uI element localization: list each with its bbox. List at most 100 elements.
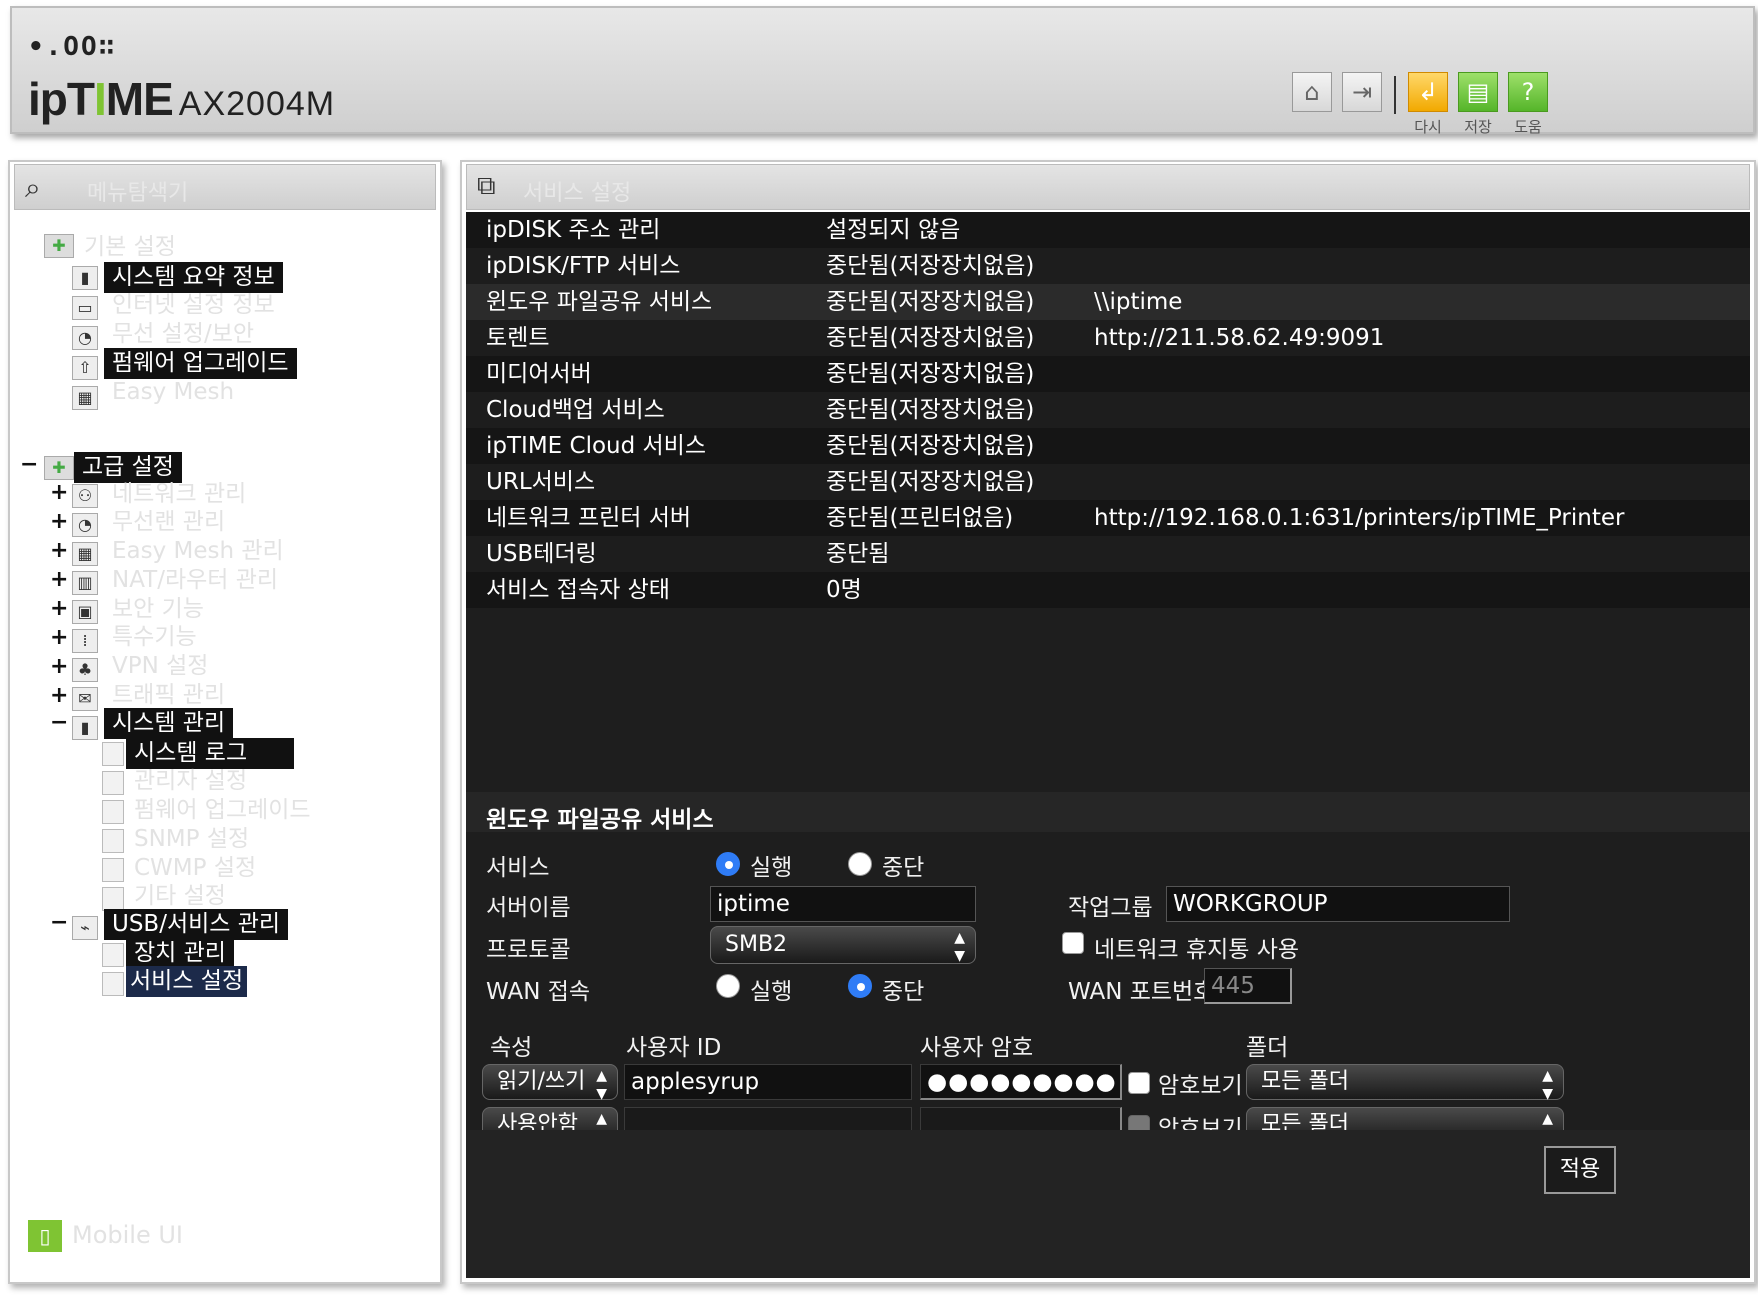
menu-vpn[interactable]: VPN 설정	[112, 651, 208, 682]
menu-system-log[interactable]: 시스템 로그	[126, 738, 294, 769]
save-button[interactable]: ▤	[1458, 72, 1498, 112]
expand-icon[interactable]: +	[50, 625, 68, 650]
home-icon: ⌂	[1304, 78, 1320, 106]
menu-nat-router[interactable]: NAT/라우터 관리	[112, 565, 278, 596]
menu-network-management[interactable]: 네트워크 관리	[112, 479, 246, 510]
chart-icon: ▮	[72, 716, 98, 740]
service-label: 서비스	[486, 855, 550, 881]
page-icon	[102, 742, 124, 766]
expand-icon[interactable]: +	[50, 480, 68, 505]
menu-firmware-upgrade-sub[interactable]: 펌웨어 업그레이드	[134, 795, 311, 826]
menu-system-management[interactable]: 시스템 관리	[104, 708, 234, 739]
chart-icon: ▮	[72, 266, 98, 290]
menu-traffic[interactable]: 트래픽 관리	[112, 680, 225, 711]
brand-t: T	[66, 73, 95, 125]
protocol-select[interactable]: SMB2 ▲ ▼	[710, 926, 976, 964]
help-label: 도움	[1514, 118, 1542, 136]
recycle-bin-checkbox[interactable]	[1062, 932, 1084, 954]
wan-port-input[interactable]: 445	[1204, 968, 1292, 1004]
logo-dots: •.OO∷	[28, 32, 117, 62]
header-attr: 속성	[490, 1035, 533, 1061]
menu-special[interactable]: 특수기능	[112, 622, 197, 653]
status-state: 중단됨(저장장치없음)	[826, 289, 1035, 315]
menu-cwmp[interactable]: CWMP 설정	[134, 853, 256, 884]
page-icon	[102, 771, 124, 795]
menu-wireless-settings[interactable]: 무선 설정/보안	[112, 319, 254, 350]
status-row: 미디어서버 중단됨(저장장치없음)	[466, 356, 1750, 392]
retry-button[interactable]: ↲	[1408, 72, 1448, 112]
server-name-label: 서버이름	[486, 895, 571, 921]
home-button[interactable]: ⌂	[1292, 72, 1332, 112]
menu-basic-settings[interactable]: 기본 설정	[84, 232, 176, 263]
brand-rest: ME	[105, 73, 174, 125]
help-button[interactable]: ?	[1508, 72, 1548, 112]
select-arrows-icon: ▲▼	[1542, 1068, 1553, 1102]
status-extra: \\iptime	[1094, 289, 1183, 315]
menu-admin-settings[interactable]: 관리자 설정	[134, 766, 247, 797]
wan-run-label: 실행	[750, 979, 793, 1005]
service-run-radio[interactable]	[716, 852, 740, 876]
status-row: 토렌트 중단됨(저장장치없음) http://211.58.62.49:9091	[466, 320, 1750, 356]
password-input[interactable]: ●●●●●●●●●	[920, 1064, 1122, 1100]
service-run-label: 실행	[750, 855, 793, 881]
status-row: Cloud백업 서비스 중단됨(저장장치없음)	[466, 392, 1750, 428]
menu-internet-settings[interactable]: 인터넷 설정 정보	[112, 290, 275, 321]
search-icon: ⌕	[25, 171, 41, 204]
brand-logo: ipTIME AX2004M	[28, 72, 335, 126]
menu-device-management[interactable]: 장치 관리	[126, 938, 234, 969]
select-arrows-icon: ▲▼	[596, 1068, 607, 1102]
status-state: 중단됨(저장장치없음)	[826, 433, 1035, 459]
expand-icon[interactable]: +	[50, 567, 68, 592]
expand-icon[interactable]: +	[50, 596, 68, 621]
attr-select[interactable]: 읽기/쓰기 ▲ ▼	[482, 1064, 618, 1102]
show-password-checkbox[interactable]	[1128, 1072, 1150, 1094]
status-state: 중단됨(프린터없음)	[826, 505, 1014, 531]
save-icon: ▤	[1466, 78, 1490, 106]
user-id-input[interactable]: applesyrup	[624, 1064, 912, 1100]
expand-icon[interactable]: +	[50, 683, 68, 708]
menu-usb-service[interactable]: USB/서비스 관리	[104, 909, 289, 940]
menu-firmware-upgrade[interactable]: 펌웨어 업그레이드	[104, 348, 297, 379]
menu-snmp[interactable]: SNMP 설정	[134, 824, 249, 855]
menu-wireless-management[interactable]: 무선랜 관리	[112, 507, 225, 538]
panel-content: ipDISK 주소 관리 설정되지 않음 ipDISK/FTP 서비스 중단됨(저장장…	[466, 212, 1750, 1278]
status-name: Cloud백업 서비스	[486, 397, 665, 423]
folder-select[interactable]: 모든 폴더 ▲▼	[1246, 1064, 1564, 1102]
wan-stop-radio[interactable]	[848, 974, 872, 998]
menu-other-settings[interactable]: 기타 설정	[134, 881, 226, 912]
header-password: 사용자 암호	[920, 1035, 1034, 1061]
attr-value: 읽기/쓰기	[497, 1069, 586, 1094]
wifi-icon: ◔	[72, 513, 98, 537]
menu-security[interactable]: 보안 기능	[112, 594, 204, 625]
special-icon: ⁞	[72, 629, 98, 653]
apply-button[interactable]: 적용	[1544, 1146, 1616, 1194]
wan-run-radio[interactable]	[716, 974, 740, 998]
menu-easy-mesh[interactable]: Easy Mesh	[112, 377, 234, 408]
status-name: 서비스 접속자 상태	[486, 577, 670, 603]
traffic-icon: ✉	[72, 687, 98, 711]
service-stop-radio[interactable]	[848, 852, 872, 876]
folder-icon: ✚	[44, 234, 74, 258]
menu-easy-mesh-management[interactable]: Easy Mesh 관리	[112, 536, 284, 567]
logout-icon: ⇥	[1351, 78, 1373, 106]
server-name-input[interactable]: iptime	[710, 886, 976, 922]
collapse-icon[interactable]: −	[50, 910, 68, 935]
router-icon: ▥	[72, 571, 98, 595]
expand-icon[interactable]: +	[50, 509, 68, 534]
menu-system-summary[interactable]: 시스템 요약 정보	[104, 262, 283, 293]
status-state: 중단됨(저장장치없음)	[826, 253, 1035, 279]
vpn-icon: ♣	[72, 658, 98, 682]
header-folder: 폴더	[1246, 1035, 1289, 1061]
expand-icon[interactable]: +	[50, 654, 68, 679]
status-name: 토렌트	[486, 325, 550, 351]
recycle-bin-label: 네트워크 휴지통 사용	[1094, 937, 1300, 963]
collapse-advanced-icon[interactable]: −	[20, 452, 38, 477]
workgroup-input[interactable]: WORKGROUP	[1166, 886, 1510, 922]
menu-service-settings[interactable]: 서비스 설정	[126, 966, 248, 997]
mobile-ui-link[interactable]: ▯ Mobile UI	[28, 1220, 183, 1252]
expand-icon[interactable]: +	[50, 538, 68, 563]
page-icon	[102, 829, 124, 853]
collapse-icon[interactable]: −	[50, 710, 68, 735]
wan-access-label: WAN 접속	[486, 979, 591, 1005]
logout-button[interactable]: ⇥	[1342, 72, 1382, 112]
